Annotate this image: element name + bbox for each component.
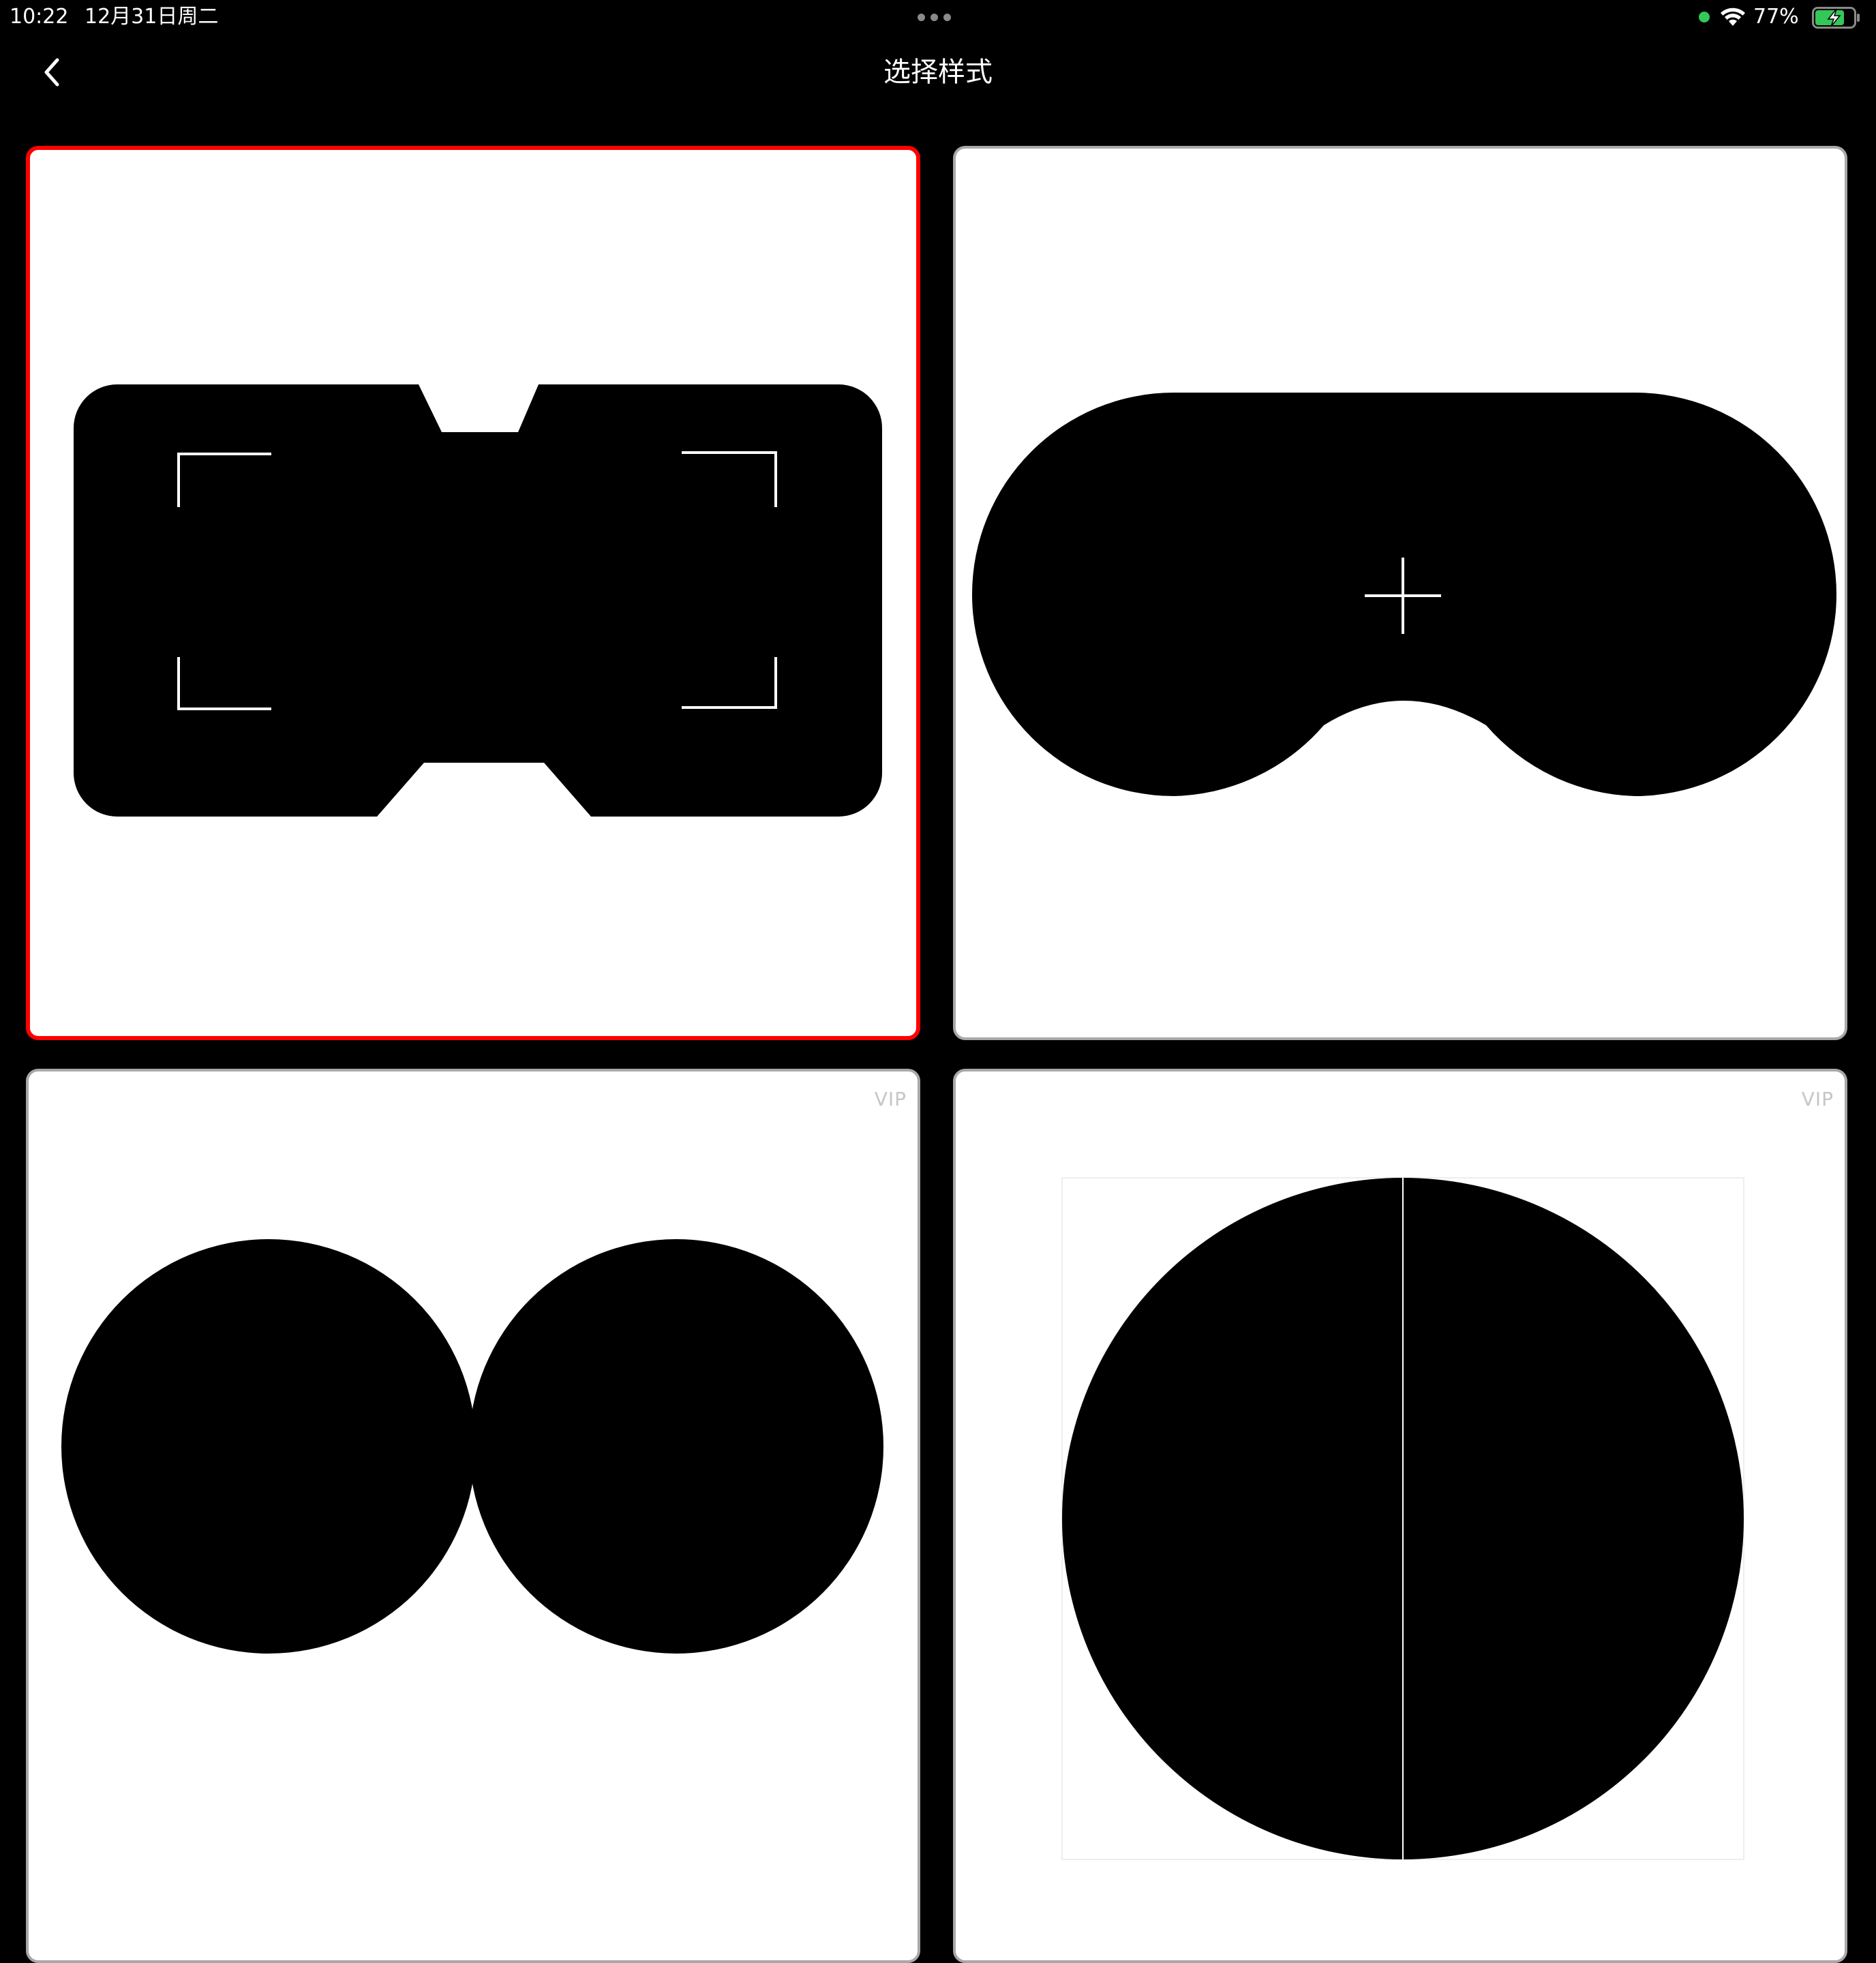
vip-badge: VIP [874,1088,907,1110]
style-card-oval-crosshair[interactable] [953,146,1847,1040]
twin-circles-shape [61,1239,883,1654]
style-grid: VIP VIP [0,0,1876,1963]
style-card-notched-rectangle[interactable] [26,146,920,1040]
notched-rectangle-shape [74,384,882,817]
vip-badge: VIP [1801,1088,1834,1110]
style-card-twin-circles[interactable]: VIP [26,1069,920,1963]
style-card-split-circle[interactable]: VIP [953,1069,1847,1963]
split-circle-shape [1061,1177,1744,1860]
oval-crosshair-shape [972,393,1836,796]
